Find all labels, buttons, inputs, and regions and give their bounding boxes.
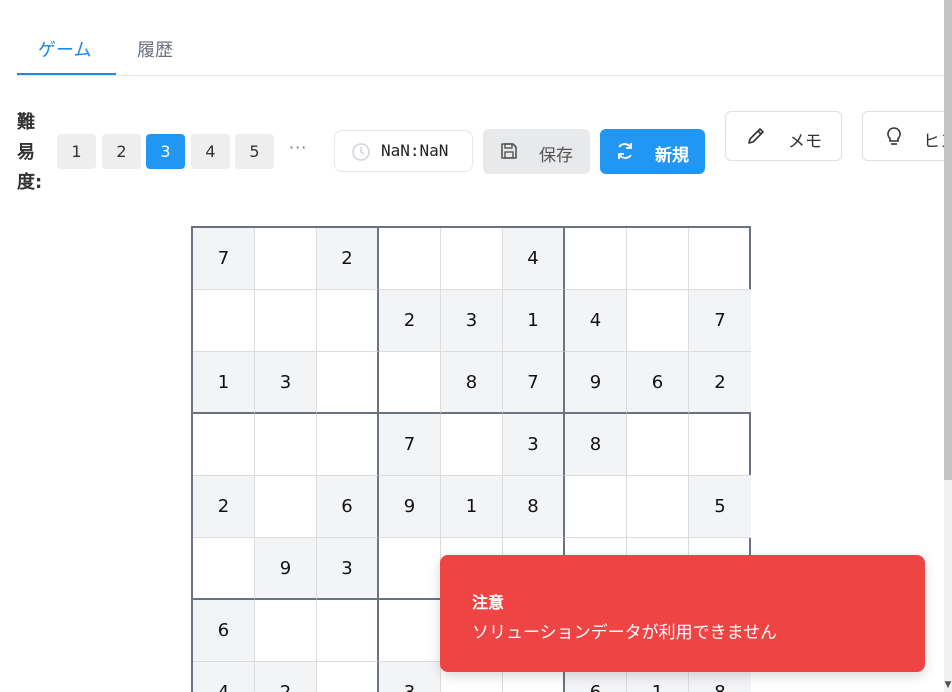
difficulty-label: 難易度: — [17, 112, 43, 193]
sudoku-cell-r1c8[interactable] — [627, 228, 689, 290]
lightbulb-icon — [885, 126, 903, 151]
sudoku-cell-r3c1[interactable]: 1 — [193, 352, 255, 414]
sudoku-cell-r4c3[interactable] — [317, 414, 379, 476]
difficulty-button-2[interactable]: 2 — [102, 134, 141, 169]
sudoku-cell-r3c8[interactable]: 6 — [627, 352, 689, 414]
sudoku-cell-r5c2[interactable] — [255, 476, 317, 538]
sudoku-cell-r5c3[interactable]: 6 — [317, 476, 379, 538]
sudoku-cell-r4c8[interactable] — [627, 414, 689, 476]
sudoku-cell-r7c3[interactable] — [317, 600, 379, 662]
sudoku-cell-r5c4[interactable]: 9 — [379, 476, 441, 538]
hint-button[interactable]: ヒン — [862, 111, 952, 161]
sudoku-cell-r7c2[interactable] — [255, 600, 317, 662]
sudoku-cell-r5c7[interactable] — [565, 476, 627, 538]
sudoku-cell-r7c1[interactable]: 6 — [193, 600, 255, 662]
sudoku-cell-r4c2[interactable] — [255, 414, 317, 476]
memo-button-label: メモ — [788, 132, 822, 152]
timer-value: NaN:NaN — [381, 141, 449, 160]
sudoku-cell-r4c5[interactable] — [441, 414, 503, 476]
sudoku-cell-r6c4[interactable] — [379, 538, 441, 600]
sudoku-cell-r3c2[interactable]: 3 — [255, 352, 317, 414]
sudoku-cell-r5c5[interactable]: 1 — [441, 476, 503, 538]
sudoku-cell-r4c1[interactable] — [193, 414, 255, 476]
sudoku-cell-r3c4[interactable] — [379, 352, 441, 414]
sudoku-cell-r5c9[interactable]: 5 — [689, 476, 751, 538]
clock-icon — [351, 142, 371, 166]
sudoku-cell-r8c4[interactable]: 3 — [379, 662, 441, 692]
pencil-icon — [746, 126, 766, 151]
sudoku-cell-r2c8[interactable] — [627, 290, 689, 352]
scroll-down-arrow-icon[interactable]: ▼ — [944, 680, 952, 690]
toast-title: 注意 — [472, 593, 505, 612]
sudoku-cell-r4c7[interactable]: 8 — [565, 414, 627, 476]
sudoku-cell-r3c9[interactable]: 2 — [689, 352, 751, 414]
refresh-icon — [615, 141, 635, 166]
sudoku-cell-r2c7[interactable]: 4 — [565, 290, 627, 352]
new-game-button-label: 新規 — [655, 146, 689, 166]
sudoku-cell-r2c5[interactable]: 3 — [441, 290, 503, 352]
sudoku-cell-r2c6[interactable]: 1 — [503, 290, 565, 352]
active-tab-indicator — [17, 73, 116, 75]
sudoku-cell-r4c4[interactable]: 7 — [379, 414, 441, 476]
sudoku-cell-r1c5[interactable] — [441, 228, 503, 290]
tab-game[interactable]: ゲーム — [38, 36, 91, 62]
new-game-button[interactable]: 新規 — [600, 129, 705, 174]
sudoku-cell-r2c4[interactable]: 2 — [379, 290, 441, 352]
sudoku-cell-r3c6[interactable]: 7 — [503, 352, 565, 414]
difficulty-button-3[interactable]: 3 — [146, 134, 185, 169]
sudoku-cell-r3c5[interactable]: 8 — [441, 352, 503, 414]
sudoku-cell-r1c2[interactable] — [255, 228, 317, 290]
sudoku-cell-r2c9[interactable]: 7 — [689, 290, 751, 352]
sudoku-cell-r1c4[interactable] — [379, 228, 441, 290]
sudoku-cell-r1c1[interactable]: 7 — [193, 228, 255, 290]
sudoku-cell-r1c6[interactable]: 4 — [503, 228, 565, 290]
sudoku-cell-r6c3[interactable]: 3 — [317, 538, 379, 600]
save-button-label: 保存 — [539, 146, 573, 166]
sudoku-cell-r1c3[interactable]: 2 — [317, 228, 379, 290]
sudoku-cell-r7c4[interactable] — [379, 600, 441, 662]
sudoku-cell-r2c1[interactable] — [193, 290, 255, 352]
memo-button[interactable]: メモ — [725, 111, 842, 161]
sudoku-cell-r3c3[interactable] — [317, 352, 379, 414]
sudoku-cell-r4c9[interactable] — [689, 414, 751, 476]
sudoku-cell-r5c6[interactable]: 8 — [503, 476, 565, 538]
timer: NaN:NaN — [334, 130, 473, 172]
tab-bar: ゲーム 履歴 — [17, 26, 952, 76]
floppy-icon — [500, 142, 518, 165]
sudoku-cell-r6c2[interactable]: 9 — [255, 538, 317, 600]
difficulty-button-1[interactable]: 1 — [57, 134, 96, 169]
sudoku-cell-r5c1[interactable]: 2 — [193, 476, 255, 538]
difficulty-button-4[interactable]: 4 — [191, 134, 230, 169]
difficulty-button-5[interactable]: 5 — [235, 134, 274, 169]
sudoku-cell-r8c3[interactable] — [317, 662, 379, 692]
save-button[interactable]: 保存 — [483, 129, 590, 174]
toast-message: ソリューションデータが利用できません — [472, 623, 778, 643]
scrollbar-thumb[interactable] — [944, 0, 952, 480]
sudoku-cell-r1c9[interactable] — [689, 228, 751, 290]
error-toast[interactable]: 注意 ソリューションデータが利用できません — [440, 555, 925, 672]
sudoku-cell-r8c1[interactable]: 4 — [193, 662, 255, 692]
sudoku-cell-r1c7[interactable] — [565, 228, 627, 290]
sudoku-cell-r8c2[interactable]: 2 — [255, 662, 317, 692]
sudoku-cell-r2c2[interactable] — [255, 290, 317, 352]
sudoku-cell-r6c1[interactable] — [193, 538, 255, 600]
more-difficulties-button[interactable]: ··· — [289, 138, 307, 157]
sudoku-cell-r3c7[interactable]: 9 — [565, 352, 627, 414]
tab-history[interactable]: 履歴 — [137, 36, 173, 62]
scrollbar[interactable]: ▼ — [944, 0, 952, 692]
sudoku-cell-r2c3[interactable] — [317, 290, 379, 352]
sudoku-cell-r4c6[interactable]: 3 — [503, 414, 565, 476]
sudoku-cell-r5c8[interactable] — [627, 476, 689, 538]
